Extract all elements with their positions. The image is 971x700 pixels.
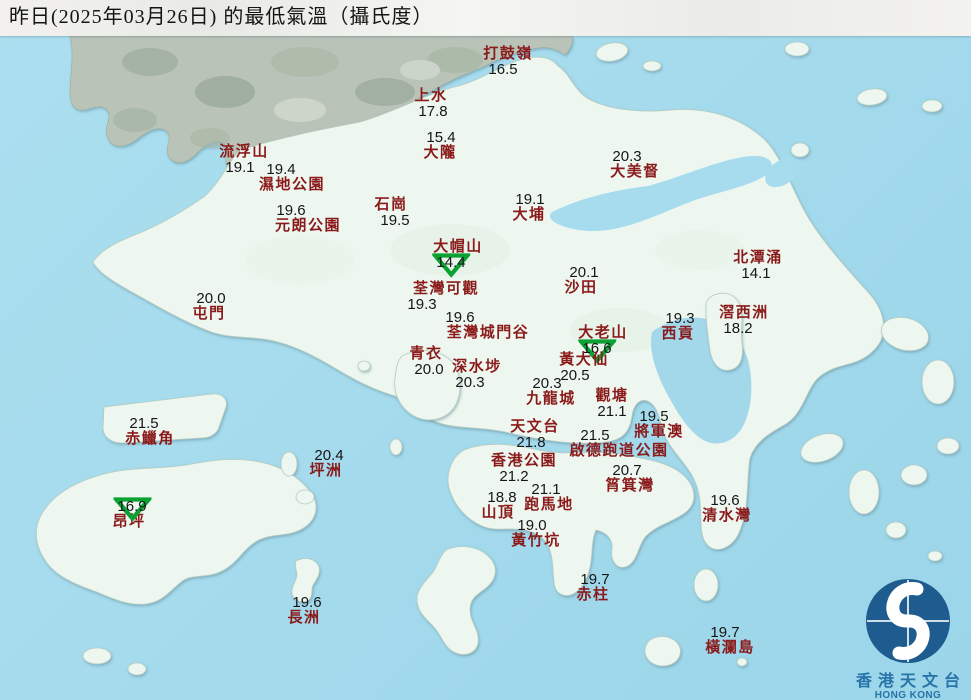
- hong-kong-map: [35, 35, 960, 676]
- hko-emblem-icon: [866, 579, 950, 663]
- hko-logo: 香港天文台 HONG KONG OBSERVATORY: [845, 576, 971, 700]
- airport-island: [102, 393, 227, 444]
- page-title: 昨日(2025年03月26日) 的最低氣溫（攝氏度）: [9, 6, 434, 28]
- title-bar: 昨日(2025年03月26日) 的最低氣溫（攝氏度）: [0, 0, 971, 36]
- lantau-island: [35, 459, 317, 605]
- hko-min-temp-map-screen: 昨日(2025年03月26日) 的最低氣溫（攝氏度） 打鼓嶺 16.5 上水 17.8…: [0, 0, 971, 700]
- hko-logo-chinese-text: 香港天文台: [855, 673, 966, 690]
- hko-logo-english-text: HONG KONG OBSERVATORY: [874, 690, 942, 700]
